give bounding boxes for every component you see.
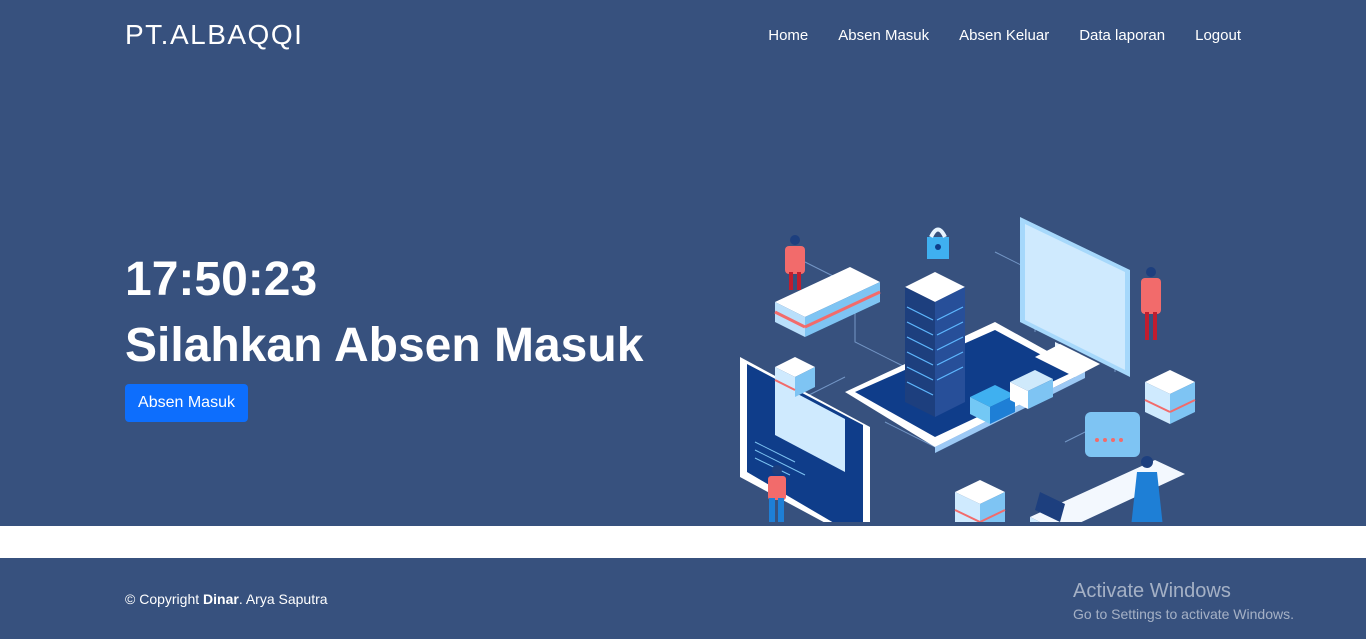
activate-windows-title: Activate Windows: [1073, 580, 1231, 602]
white-divider: [0, 526, 1366, 558]
main-nav: Home Absen Masuk Absen Keluar Data lapor…: [768, 27, 1241, 44]
copyright-prefix: © Copyright: [125, 591, 204, 607]
copyright-text: © Copyright Dinar. Arya Saputra: [125, 591, 328, 607]
activate-windows-watermark: Activate Windows Go to Settings to activ…: [1073, 580, 1294, 622]
header: PT.ALBAQQI Home Absen Masuk Absen Keluar…: [0, 0, 1366, 72]
nav-absen-masuk[interactable]: Absen Masuk: [838, 27, 929, 44]
activate-windows-subtitle: Go to Settings to activate Windows.: [1073, 606, 1294, 622]
absen-masuk-button[interactable]: Absen Masuk: [125, 384, 248, 422]
clock-display: 17:50:23: [125, 253, 318, 306]
footer: © Copyright Dinar. Arya Saputra Activate…: [0, 558, 1366, 639]
nav-data-laporan[interactable]: Data laporan: [1079, 27, 1165, 44]
nav-logout[interactable]: Logout: [1195, 27, 1241, 44]
copyright-suffix: . Arya Saputra: [238, 591, 328, 607]
hero-illustration: [740, 217, 1196, 522]
copyright-author: Dinar: [203, 591, 239, 607]
brand-logo[interactable]: PT.ALBAQQI: [125, 19, 303, 51]
hero-section: 17:50:23 Silahkan Absen Masuk Absen Masu…: [0, 72, 1366, 526]
hero-headline: Silahkan Absen Masuk: [125, 319, 644, 372]
nav-home[interactable]: Home: [768, 27, 808, 44]
nav-absen-keluar[interactable]: Absen Keluar: [959, 27, 1049, 44]
